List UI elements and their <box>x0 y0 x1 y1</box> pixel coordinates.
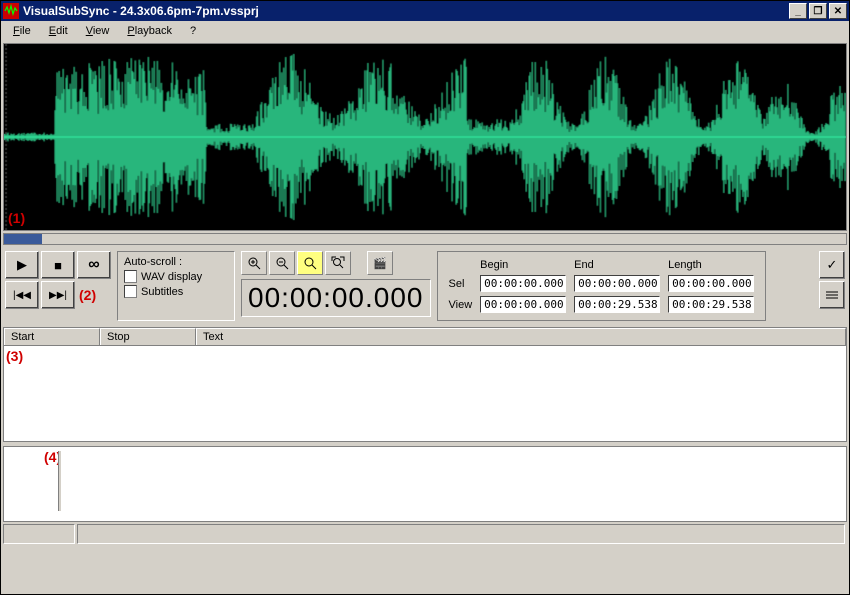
side-buttons: ✓ <box>819 251 845 321</box>
controls-row: ▶ ■ ∞ |◀◀ ▶▶| (2) Auto-scroll : WAV disp… <box>1 247 849 325</box>
list-icon <box>825 290 839 300</box>
maximize-icon: ❐ <box>814 6 823 17</box>
next-icon: ▶▶| <box>49 290 67 301</box>
subtitles-label: Subtitles <box>141 286 183 298</box>
col-stop[interactable]: Stop <box>100 328 196 345</box>
end-header: End <box>571 258 663 272</box>
play-button[interactable]: ▶ <box>5 251 39 279</box>
sel-end-field[interactable]: 00:00:00.000 <box>574 275 660 292</box>
annotation-2: (2) <box>79 287 96 303</box>
close-button[interactable]: ✕ <box>829 3 847 19</box>
status-cell-2 <box>77 524 845 544</box>
next-sub-button[interactable]: ▶▶| <box>41 281 75 309</box>
view-begin-field: 00:00:00.000 <box>480 296 566 313</box>
time-display: 00:00:00.000 <box>241 279 431 317</box>
autoscroll-panel: Auto-scroll : WAV display Subtitles <box>117 251 235 321</box>
autoscroll-label: Auto-scroll : <box>124 256 228 268</box>
minimize-button[interactable]: _ <box>789 3 807 19</box>
editor-splitter[interactable] <box>58 451 62 511</box>
zoom-out-button[interactable] <box>269 251 295 275</box>
subtitle-editor[interactable]: (4) <box>3 446 847 522</box>
menu-file[interactable]: File <box>5 23 39 39</box>
subtitle-list-body[interactable]: (3) <box>3 346 847 442</box>
menu-view[interactable]: View <box>78 23 118 39</box>
menu-playback[interactable]: Playback <box>119 23 180 39</box>
check-button[interactable]: ✓ <box>819 251 845 279</box>
stop-icon: ■ <box>54 258 62 273</box>
menu-help[interactable]: ? <box>182 23 204 39</box>
view-row-label: View <box>446 295 476 314</box>
loop-icon: ∞ <box>88 256 99 274</box>
scene-button[interactable]: 🎬 <box>367 251 393 275</box>
close-icon: ✕ <box>834 6 842 17</box>
zoom-time-col: 🎬 00:00:00.000 <box>241 251 431 321</box>
annotation-1: (1) <box>8 210 25 226</box>
titlebar: VisualSubSync - 24.3x06.6pm-7pm.vssprj _… <box>1 1 849 21</box>
play-icon: ▶ <box>17 257 27 273</box>
status-cell-1 <box>3 524 75 544</box>
subtitle-list-header: Start Stop Text <box>3 327 847 346</box>
error-list-button[interactable] <box>819 281 845 309</box>
maximize-button[interactable]: ❐ <box>809 3 827 19</box>
view-end-field: 00:00:29.538 <box>574 296 660 313</box>
sel-begin-field[interactable]: 00:00:00.000 <box>480 275 566 292</box>
statusbar <box>3 524 847 544</box>
check-icon: ✓ <box>827 257 838 273</box>
minimize-icon: _ <box>795 6 801 17</box>
waveform-display[interactable]: (1) <box>3 43 847 231</box>
sel-length-field: 00:00:00.000 <box>668 275 754 292</box>
clapper-icon: 🎬 <box>373 257 387 270</box>
zoom-selection-button[interactable] <box>297 251 323 275</box>
view-length-field: 00:00:29.538 <box>668 296 754 313</box>
subtitles-checkbox[interactable] <box>124 285 137 298</box>
menubar: File Edit View Playback ? <box>1 21 849 41</box>
time-grid: Begin End Length Sel 00:00:00.000 00:00:… <box>437 251 767 321</box>
length-header: Length <box>665 258 757 272</box>
zoom-in-button[interactable] <box>241 251 267 275</box>
sel-row-label: Sel <box>446 274 476 293</box>
waveform-scrollbar[interactable] <box>3 233 847 245</box>
stop-button[interactable]: ■ <box>41 251 75 279</box>
prev-sub-button[interactable]: |◀◀ <box>5 281 39 309</box>
annotation-3: (3) <box>6 348 23 364</box>
menu-edit[interactable]: Edit <box>41 23 76 39</box>
begin-header: Begin <box>477 258 569 272</box>
scrollbar-thumb[interactable] <box>4 234 42 244</box>
col-start[interactable]: Start <box>4 328 100 345</box>
window-title: VisualSubSync - 24.3x06.6pm-7pm.vssprj <box>23 4 259 18</box>
wav-display-checkbox[interactable] <box>124 270 137 283</box>
wav-display-label: WAV display <box>141 271 202 283</box>
zoom-all-button[interactable] <box>325 251 351 275</box>
app-icon <box>3 3 19 19</box>
subtitle-list: Start Stop Text (3) <box>3 327 847 442</box>
loop-button[interactable]: ∞ <box>77 251 111 279</box>
playback-buttons: ▶ ■ ∞ |◀◀ ▶▶| (2) <box>5 251 111 321</box>
prev-icon: |◀◀ <box>13 290 31 301</box>
col-text[interactable]: Text <box>196 328 846 345</box>
